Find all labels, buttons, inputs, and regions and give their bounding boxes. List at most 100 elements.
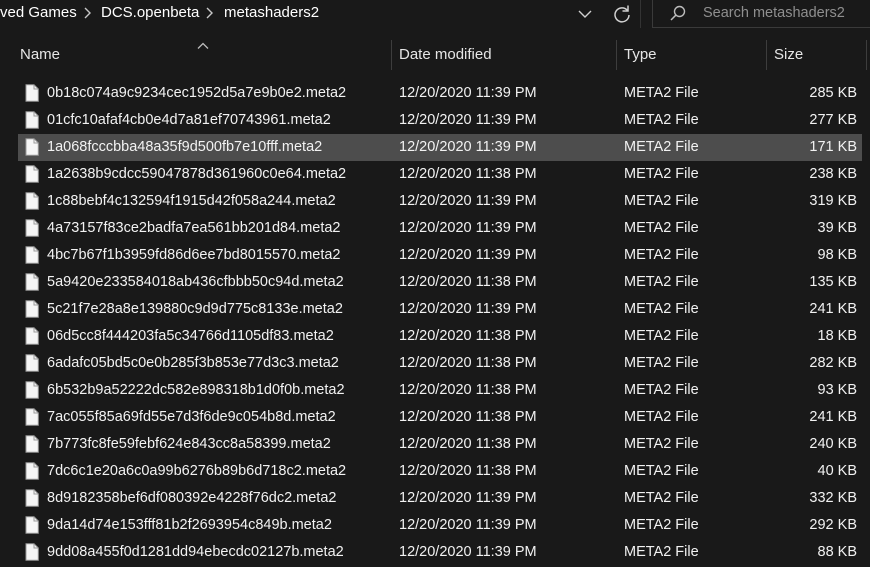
file-name: 6b532b9a52222dc582e898318b1d0f0b.meta2 bbox=[47, 382, 345, 398]
breadcrumb-item-saved-games[interactable]: ved Games bbox=[0, 4, 77, 22]
file-row[interactable]: 06d5cc8f444203fa5c34766d1105df83.meta2 12… bbox=[18, 323, 862, 350]
file-size: 241 KB bbox=[809, 301, 857, 317]
file-date-modified: 12/20/2020 11:38 PM bbox=[399, 274, 537, 290]
file-date-modified: 12/20/2020 11:38 PM bbox=[399, 436, 537, 452]
file-size: 171 KB bbox=[809, 139, 857, 155]
file-size: 285 KB bbox=[809, 85, 857, 101]
file-icon bbox=[25, 138, 39, 156]
file-date-modified: 12/20/2020 11:39 PM bbox=[399, 517, 537, 533]
file-icon bbox=[25, 381, 39, 399]
file-size: 238 KB bbox=[809, 166, 857, 182]
search-input[interactable] bbox=[703, 4, 863, 22]
breadcrumb-item-metashaders2[interactable]: metashaders2 bbox=[224, 4, 319, 22]
file-row[interactable]: 01cfc10afaf4cb0e4d7a81ef70743961.meta2 12… bbox=[18, 107, 862, 134]
file-date-modified: 12/20/2020 11:39 PM bbox=[399, 139, 537, 155]
file-date-modified: 12/20/2020 11:39 PM bbox=[399, 247, 537, 263]
file-type: META2 File bbox=[624, 220, 699, 236]
file-name: 5a9420e233584018ab436cfbbb50c94d.meta2 bbox=[47, 274, 344, 290]
file-name: 4bc7b67f1b3959fd86d6ee7bd8015570.meta2 bbox=[47, 247, 341, 263]
file-icon bbox=[25, 192, 39, 210]
file-name: 6adafc05bd5c0e0b285f3b853e77d3c3.meta2 bbox=[47, 355, 339, 371]
file-row[interactable]: 1c88bebf4c132594f1915d42f058a244.meta2 12… bbox=[18, 188, 862, 215]
file-type: META2 File bbox=[624, 382, 699, 398]
file-size: 240 KB bbox=[809, 436, 857, 452]
file-size: 241 KB bbox=[809, 409, 857, 425]
file-row[interactable]: 6adafc05bd5c0e0b285f3b853e77d3c3.meta2 12… bbox=[18, 350, 862, 377]
file-size: 93 KB bbox=[817, 382, 858, 398]
file-name: 01cfc10afaf4cb0e4d7a81ef70743961.meta2 bbox=[47, 112, 331, 128]
file-type: META2 File bbox=[624, 166, 699, 182]
file-date-modified: 12/20/2020 11:39 PM bbox=[399, 220, 537, 236]
refresh-icon[interactable] bbox=[610, 2, 634, 26]
file-name: 5c21f7e28a8e139880c9d9d775c8133e.meta2 bbox=[47, 301, 343, 317]
column-header: Name Date modified Type Size bbox=[0, 38, 870, 72]
column-header-size[interactable]: Size bbox=[774, 38, 803, 72]
file-name: 1c88bebf4c132594f1915d42f058a244.meta2 bbox=[47, 193, 336, 209]
file-size: 292 KB bbox=[809, 517, 857, 533]
file-row[interactable]: 9dd08a455f0d1281dd94ebecdc02127b.meta2 12… bbox=[18, 539, 862, 566]
file-size: 98 KB bbox=[817, 247, 858, 263]
search-box[interactable] bbox=[652, 0, 870, 28]
file-icon bbox=[25, 273, 39, 291]
breadcrumb-item-dcs-openbeta[interactable]: DCS.openbeta bbox=[101, 4, 199, 22]
file-row[interactable]: 4a73157f83ce2badfa7ea561bb201d84.meta2 12… bbox=[18, 215, 862, 242]
file-date-modified: 12/20/2020 11:38 PM bbox=[399, 463, 537, 479]
file-name: 4a73157f83ce2badfa7ea561bb201d84.meta2 bbox=[47, 220, 341, 236]
chevron-right-icon[interactable] bbox=[204, 5, 216, 21]
column-divider[interactable] bbox=[766, 40, 767, 70]
file-type: META2 File bbox=[624, 85, 699, 101]
file-date-modified: 12/20/2020 11:39 PM bbox=[399, 112, 537, 128]
column-header-date-modified[interactable]: Date modified bbox=[399, 38, 492, 72]
file-name: 1a2638b9cdcc59047878d361960c0e64.meta2 bbox=[47, 166, 347, 182]
file-size: 332 KB bbox=[809, 490, 857, 506]
file-name: 1a068fcccbba48a35f9d500fb7e10fff.meta2 bbox=[47, 139, 323, 155]
file-icon bbox=[25, 489, 39, 507]
chevron-down-icon[interactable] bbox=[575, 4, 595, 24]
file-row[interactable]: 1a2638b9cdcc59047878d361960c0e64.meta2 12… bbox=[18, 161, 862, 188]
chevron-right-icon[interactable] bbox=[82, 5, 94, 21]
file-icon bbox=[25, 219, 39, 237]
file-row[interactable]: 0b18c074a9c9234cec1952d5a7e9b0e2.meta2 12… bbox=[18, 80, 862, 107]
file-type: META2 File bbox=[624, 301, 699, 317]
file-row[interactable]: 8d9182358bef6df080392e4228f76dc2.meta2 12… bbox=[18, 485, 862, 512]
file-icon bbox=[25, 327, 39, 345]
file-row[interactable]: 1a068fcccbba48a35f9d500fb7e10fff.meta2 12… bbox=[18, 134, 862, 161]
file-date-modified: 12/20/2020 11:38 PM bbox=[399, 409, 537, 425]
column-divider[interactable] bbox=[866, 40, 867, 70]
file-size: 18 KB bbox=[817, 328, 858, 344]
file-date-modified: 12/20/2020 11:39 PM bbox=[399, 301, 537, 317]
file-row[interactable]: 4bc7b67f1b3959fd86d6ee7bd8015570.meta2 12… bbox=[18, 242, 862, 269]
file-name: 0b18c074a9c9234cec1952d5a7e9b0e2.meta2 bbox=[47, 85, 347, 101]
file-row[interactable]: 6b532b9a52222dc582e898318b1d0f0b.meta2 12… bbox=[18, 377, 862, 404]
file-name: 7b773fc8fe59febf624e843cc8a58399.meta2 bbox=[47, 436, 331, 452]
column-divider[interactable] bbox=[391, 40, 392, 70]
file-type: META2 File bbox=[624, 409, 699, 425]
sort-ascending-icon bbox=[197, 37, 209, 49]
file-row[interactable]: 7dc6c1e20a6c0a99b6276b89b6d718c2.meta2 12… bbox=[18, 458, 862, 485]
toolbar-divider bbox=[640, 0, 641, 28]
file-row[interactable]: 7ac055f85a69fd55e7d3f6de9c054b8d.meta2 12… bbox=[18, 404, 862, 431]
file-date-modified: 12/20/2020 11:38 PM bbox=[399, 166, 537, 182]
file-icon bbox=[25, 165, 39, 183]
file-row[interactable]: 7b773fc8fe59febf624e843cc8a58399.meta2 12… bbox=[18, 431, 862, 458]
file-name: 8d9182358bef6df080392e4228f76dc2.meta2 bbox=[47, 490, 337, 506]
file-name: 9dd08a455f0d1281dd94ebecdc02127b.meta2 bbox=[47, 544, 344, 560]
file-type: META2 File bbox=[624, 517, 699, 533]
file-icon bbox=[25, 300, 39, 318]
column-header-name[interactable]: Name bbox=[20, 38, 60, 72]
file-size: 39 KB bbox=[817, 220, 858, 236]
file-row[interactable]: 9da14d74e153fff81b2f2693954c849b.meta2 12… bbox=[18, 512, 862, 539]
column-divider[interactable] bbox=[616, 40, 617, 70]
file-icon bbox=[25, 516, 39, 534]
file-icon bbox=[25, 84, 39, 102]
address-bar[interactable]: ved Games DCS.openbeta metashaders2 bbox=[0, 0, 640, 28]
file-size: 319 KB bbox=[809, 193, 857, 209]
file-row[interactable]: 5c21f7e28a8e139880c9d9d775c8133e.meta2 12… bbox=[18, 296, 862, 323]
file-size: 277 KB bbox=[809, 112, 857, 128]
file-type: META2 File bbox=[624, 247, 699, 263]
column-header-type[interactable]: Type bbox=[624, 38, 657, 72]
file-name: 9da14d74e153fff81b2f2693954c849b.meta2 bbox=[47, 517, 332, 533]
file-row[interactable]: 5a9420e233584018ab436cfbbb50c94d.meta2 12… bbox=[18, 269, 862, 296]
file-type: META2 File bbox=[624, 139, 699, 155]
file-icon bbox=[25, 354, 39, 372]
